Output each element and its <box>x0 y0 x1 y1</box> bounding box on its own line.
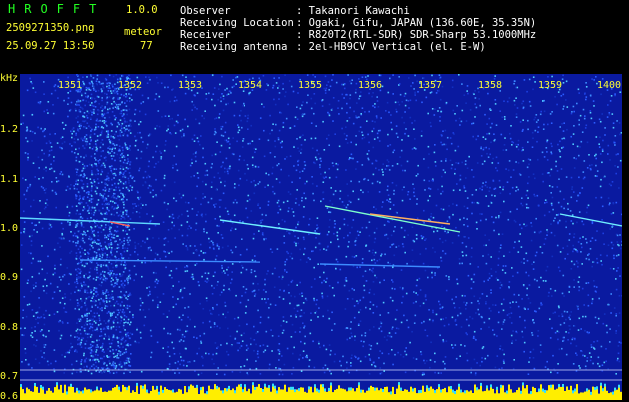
app-version: 1.0.0 <box>126 4 158 16</box>
x-tick-label: 1355 <box>298 81 322 91</box>
x-tick-label: 1351 <box>58 81 82 91</box>
file-name: 2509271350.png <box>6 22 95 34</box>
right-border <box>622 74 629 400</box>
x-tick-label: 1353 <box>178 81 202 91</box>
y-tick-label: 0.7 <box>0 372 20 382</box>
x-tick-label: 1352 <box>118 81 142 91</box>
info-value-observer: : Takanori Kawachi <box>296 5 410 17</box>
y-tick-label: 1.0 <box>0 224 20 234</box>
y-tick-label: 0.9 <box>0 273 20 283</box>
y-tick-label: 0.8 <box>0 323 20 333</box>
x-tick-label: 1354 <box>238 81 262 91</box>
x-tick-label: 1359 <box>538 81 562 91</box>
x-tick-label: 1358 <box>478 81 502 91</box>
spectrogram-image <box>20 74 622 400</box>
y-tick-label: 1.2 <box>0 125 20 135</box>
info-value-antenna: : 2el-HB9CV Vertical (el. E-W) <box>296 41 486 53</box>
x-tick-label: 1357 <box>418 81 442 91</box>
y-tick-label: 0.6 <box>0 392 20 402</box>
header-panel: HROFFT 1.0.0 2509271350.png meteor 25.09… <box>0 0 629 74</box>
x-tick-label: 1356 <box>358 81 382 91</box>
spectrogram-panel <box>20 74 622 400</box>
y-tick-label: 1.1 <box>0 175 20 185</box>
timestamp: 25.09.27 13:50 <box>6 40 95 52</box>
event-count: 77 <box>140 40 153 52</box>
event-label: meteor <box>124 26 162 38</box>
info-label-antenna: Receiving antenna <box>180 41 287 53</box>
y-axis-unit: kHz <box>0 74 20 84</box>
info-label-location: Receiving Location <box>180 17 294 29</box>
info-label-observer: Observer <box>180 5 231 17</box>
info-value-location: : Ogaki, Gifu, JAPAN (136.60E, 35.35N) <box>296 17 536 29</box>
info-value-receiver: : R820T2(RTL-SDR) SDR-Sharp 53.1000MHz <box>296 29 536 41</box>
x-tick-label: 1400 <box>597 81 621 91</box>
app-title: HROFFT <box>8 3 105 15</box>
info-label-receiver: Receiver <box>180 29 231 41</box>
